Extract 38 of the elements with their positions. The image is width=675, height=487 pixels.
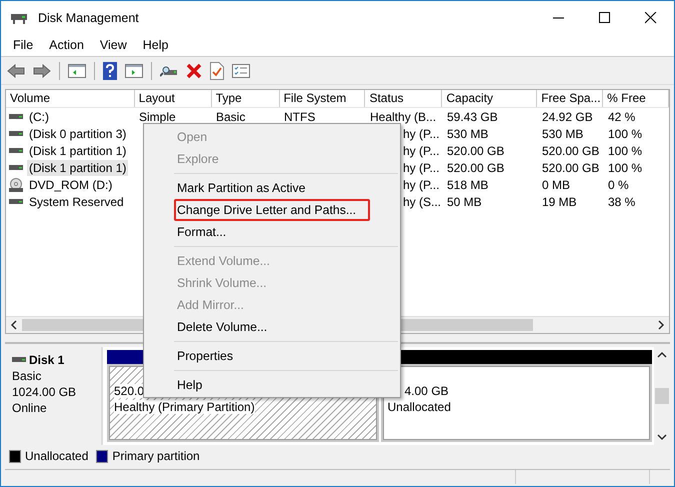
- window-title: Disk Management: [38, 10, 139, 24]
- legend-label: Unallocated: [25, 449, 88, 463]
- table-cell: 24.92 GB: [542, 110, 593, 124]
- disk-type: Basic: [12, 369, 42, 383]
- table-cell: 42 %: [608, 110, 636, 124]
- partition-size: 520.0: [114, 384, 144, 398]
- partition-status: Healthy (Primary Partition): [114, 400, 255, 414]
- table-cell: 520.00 GB: [447, 160, 504, 174]
- table-cell: 530 MB: [447, 126, 488, 140]
- table-cell: 518 MB: [447, 178, 488, 192]
- disk-name: Disk 1: [29, 353, 64, 367]
- legend-label: Primary partition: [112, 449, 200, 463]
- partition-size: 4.00 GB: [404, 384, 450, 398]
- table-cell: 100 %: [608, 160, 642, 174]
- table-cell: hy (S...: [403, 194, 442, 208]
- table-cell: 530 MB: [542, 126, 584, 140]
- table-cell: 0 MB: [542, 178, 570, 192]
- table-cell: 0 %: [608, 178, 629, 192]
- table-cell: hy (P...: [403, 178, 440, 192]
- table-cell: Simple: [139, 110, 176, 124]
- table-cell: 520.00 GB: [447, 144, 504, 158]
- table-cell: hy (P...: [403, 144, 440, 158]
- partition-status: Unallocated: [388, 400, 452, 414]
- table-cell: NTFS: [284, 110, 316, 124]
- table-cell: 520.00 GB: [542, 144, 600, 158]
- table-cell: 100 %: [608, 144, 642, 158]
- table-cell: 100 %: [608, 126, 642, 140]
- table-cell: hy (P...: [403, 126, 440, 140]
- table-cell: 50 MB: [447, 194, 482, 208]
- table-cell: 38 %: [608, 194, 636, 208]
- table-cell: Basic: [216, 110, 246, 124]
- disk-size: 1024.00 GB: [12, 385, 78, 399]
- table-cell: 520.00 GB: [542, 160, 600, 174]
- table-cell: 59.43 GB: [447, 110, 498, 124]
- disk-status: Online: [12, 401, 48, 415]
- table-cell: hy (P...: [403, 160, 440, 174]
- table-cell: 19 MB: [542, 194, 577, 208]
- table-cell: Healthy (B...: [370, 110, 436, 124]
